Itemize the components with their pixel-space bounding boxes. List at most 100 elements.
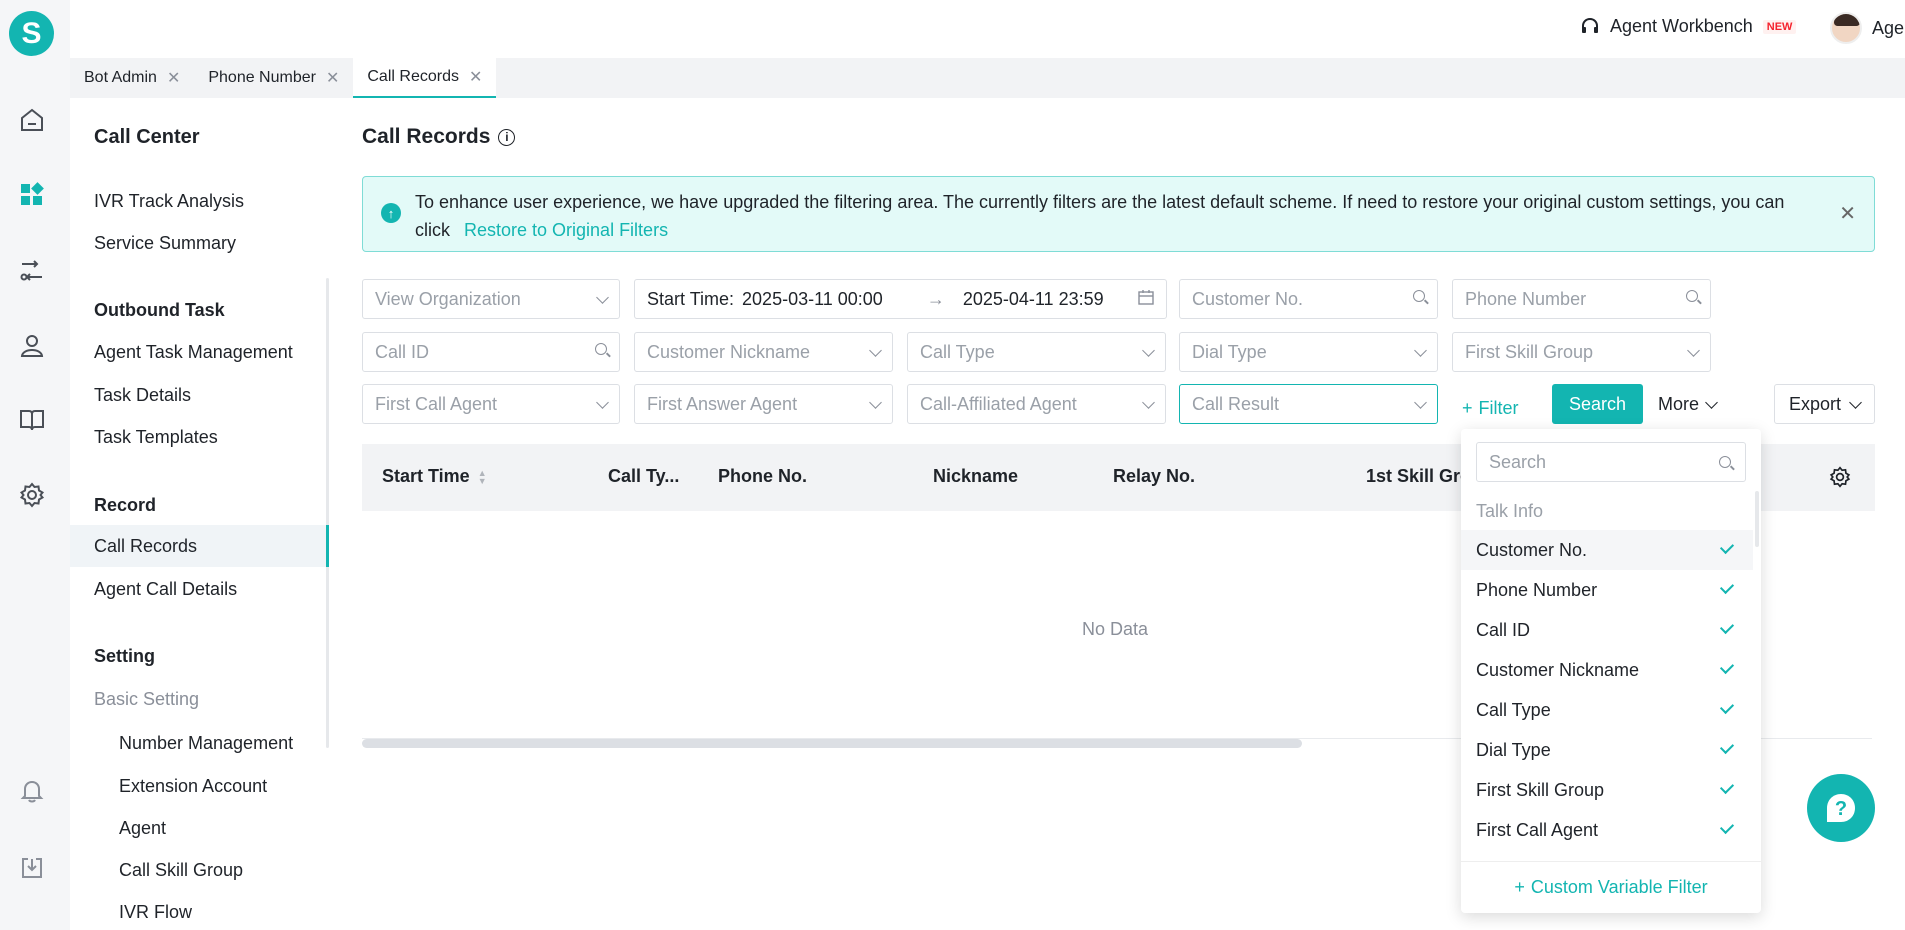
check-icon xyxy=(1719,659,1735,675)
column-call-type[interactable]: Call Ty... xyxy=(608,466,679,487)
sidebar-item-task-templates[interactable]: Task Templates xyxy=(70,416,326,458)
sidebar-item-service-summary[interactable]: Service Summary xyxy=(70,222,326,264)
dropdown-option-dial-type[interactable]: Dial Type xyxy=(1461,730,1753,770)
empty-state-text: No Data xyxy=(1082,619,1149,639)
home-icon[interactable] xyxy=(17,105,47,135)
dropdown-scrollbar[interactable] xyxy=(1755,491,1759,547)
check-icon xyxy=(1719,699,1735,715)
customer-nickname-select[interactable]: Customer Nickname xyxy=(634,332,893,372)
dropdown-search-input[interactable]: Search xyxy=(1476,442,1746,482)
chevron-down-icon xyxy=(1142,394,1155,411)
page-title: Call Records i xyxy=(362,125,516,149)
dropdown-option-phone-number[interactable]: Phone Number xyxy=(1461,570,1753,610)
user-menu[interactable]: Agent xyxy=(1830,12,1905,44)
first-skill-group-select[interactable]: First Skill Group xyxy=(1452,332,1711,372)
horizontal-scrollbar[interactable] xyxy=(362,739,1302,748)
user-label: Agent xyxy=(1872,17,1905,38)
more-button[interactable]: More xyxy=(1658,394,1718,415)
bell-icon[interactable] xyxy=(17,776,47,806)
more-filters-dropdown: Search Talk Info Customer No. Phone Numb… xyxy=(1461,429,1761,913)
customer-no-input[interactable]: Customer No. xyxy=(1179,279,1438,319)
sidebar-item-number-management[interactable]: Number Management xyxy=(70,722,326,764)
sidebar-item-call-skill-group[interactable]: Call Skill Group xyxy=(70,849,326,891)
settings-icon[interactable] xyxy=(17,480,47,510)
gear-icon[interactable] xyxy=(1829,466,1851,493)
sort-icon[interactable]: ▲ ▼ xyxy=(478,469,487,486)
book-icon[interactable] xyxy=(17,405,47,435)
route-icon[interactable] xyxy=(17,256,47,286)
sidebar-basic-setting[interactable]: Basic Setting xyxy=(94,689,199,710)
svg-text:?: ? xyxy=(1835,798,1847,820)
call-result-select[interactable]: Call Result xyxy=(1179,384,1438,424)
sidebar-item-extension-account[interactable]: Extension Account xyxy=(70,765,326,807)
sidebar-item-task-details[interactable]: Task Details xyxy=(70,374,326,416)
dropdown-option-customer-no[interactable]: Customer No. xyxy=(1461,530,1753,570)
tab-bot-admin[interactable]: Bot Admin ✕ xyxy=(70,58,194,98)
search-icon xyxy=(1413,289,1425,306)
new-badge: NEW xyxy=(1762,19,1797,34)
calendar-icon xyxy=(1138,289,1154,309)
chevron-down-icon xyxy=(1705,396,1718,409)
sidebar-title: Call Center xyxy=(94,126,200,148)
start-time-range-picker[interactable]: Start Time: 2025-03-11 00:00 → 2025-04-1… xyxy=(634,279,1167,319)
dashboard-icon[interactable] xyxy=(17,180,47,210)
close-icon[interactable]: ✕ xyxy=(326,68,339,88)
sidebar-scrollbar[interactable] xyxy=(326,278,329,748)
sidebar-group-outbound: Outbound Task xyxy=(94,300,225,320)
tab-phone-number[interactable]: Phone Number ✕ xyxy=(194,58,353,98)
people-icon[interactable] xyxy=(17,331,47,361)
dropdown-option-first-call-agent[interactable]: First Call Agent xyxy=(1461,810,1753,850)
chevron-down-icon xyxy=(1414,342,1427,359)
help-chat-icon: ? xyxy=(1827,794,1855,822)
check-icon xyxy=(1719,739,1735,755)
column-start-time[interactable]: Start Time ▲ ▼ xyxy=(382,466,487,487)
agent-workbench-link[interactable]: Agent Workbench NEW xyxy=(1580,16,1797,37)
dropdown-option-call-id[interactable]: Call ID xyxy=(1461,610,1753,650)
chevron-down-icon xyxy=(596,394,609,411)
column-phone-no[interactable]: Phone No. xyxy=(718,466,807,487)
first-call-agent-select[interactable]: First Call Agent xyxy=(362,384,620,424)
restore-filters-link[interactable]: Restore to Original Filters xyxy=(464,220,668,240)
phone-number-input[interactable]: Phone Number xyxy=(1452,279,1711,319)
tab-call-records[interactable]: Call Records ✕ xyxy=(353,58,497,98)
start-time-label: Start Time: xyxy=(647,288,735,309)
close-icon[interactable]: ✕ xyxy=(469,67,482,87)
sidebar-item-agent[interactable]: Agent xyxy=(70,807,326,849)
call-type-select[interactable]: Call Type xyxy=(907,332,1166,372)
search-button[interactable]: Search xyxy=(1552,384,1643,424)
sidebar-item-agent-call-details[interactable]: Agent Call Details xyxy=(70,568,326,610)
column-relay-no[interactable]: Relay No. xyxy=(1113,466,1195,487)
icon-rail: S xyxy=(0,0,70,930)
sidebar-item-call-records[interactable]: Call Records xyxy=(70,525,329,567)
call-affiliated-agent-select[interactable]: Call-Affiliated Agent xyxy=(907,384,1166,424)
sidebar-item-ivr-track-analysis[interactable]: IVR Track Analysis xyxy=(70,180,326,222)
column-first-skill-group[interactable]: 1st Skill Gro xyxy=(1366,466,1461,487)
search-icon xyxy=(595,342,607,359)
close-icon[interactable]: ✕ xyxy=(167,68,180,88)
sidebar-item-ivr-flow[interactable]: IVR Flow xyxy=(70,891,326,930)
download-icon[interactable] xyxy=(17,853,47,883)
custom-variable-filter-button[interactable]: + Custom Variable Filter xyxy=(1461,861,1761,913)
column-nickname[interactable]: Nickname xyxy=(933,466,1018,487)
help-button[interactable]: ? xyxy=(1807,774,1875,842)
close-icon[interactable]: ✕ xyxy=(1839,201,1856,226)
plus-icon: + xyxy=(1462,398,1473,418)
dropdown-option-first-skill-group[interactable]: First Skill Group xyxy=(1461,770,1753,810)
tab-bar: Bot Admin ✕ Phone Number ✕ Call Records ✕ xyxy=(70,58,1905,98)
start-time-from[interactable]: 2025-03-11 00:00 xyxy=(742,289,883,310)
export-button[interactable]: Export xyxy=(1774,384,1875,424)
chevron-down-icon xyxy=(1849,395,1862,409)
call-id-input[interactable]: Call ID xyxy=(362,332,620,372)
view-organization-select[interactable]: View Organization xyxy=(362,279,620,319)
start-time-to[interactable]: 2025-04-11 23:59 xyxy=(963,289,1104,310)
first-answer-agent-select[interactable]: First Answer Agent xyxy=(634,384,893,424)
add-filter-button[interactable]: + Filter xyxy=(1462,398,1519,419)
dropdown-option-customer-nickname[interactable]: Customer Nickname xyxy=(1461,650,1753,690)
search-icon xyxy=(1719,456,1731,468)
app-logo[interactable]: S xyxy=(9,11,54,56)
dial-type-select[interactable]: Dial Type xyxy=(1179,332,1438,372)
info-icon[interactable]: i xyxy=(498,128,516,146)
dropdown-option-call-type[interactable]: Call Type xyxy=(1461,690,1753,730)
sidebar-item-agent-task-management[interactable]: Agent Task Management xyxy=(70,331,326,373)
sidebar-group-record: Record xyxy=(94,495,157,515)
